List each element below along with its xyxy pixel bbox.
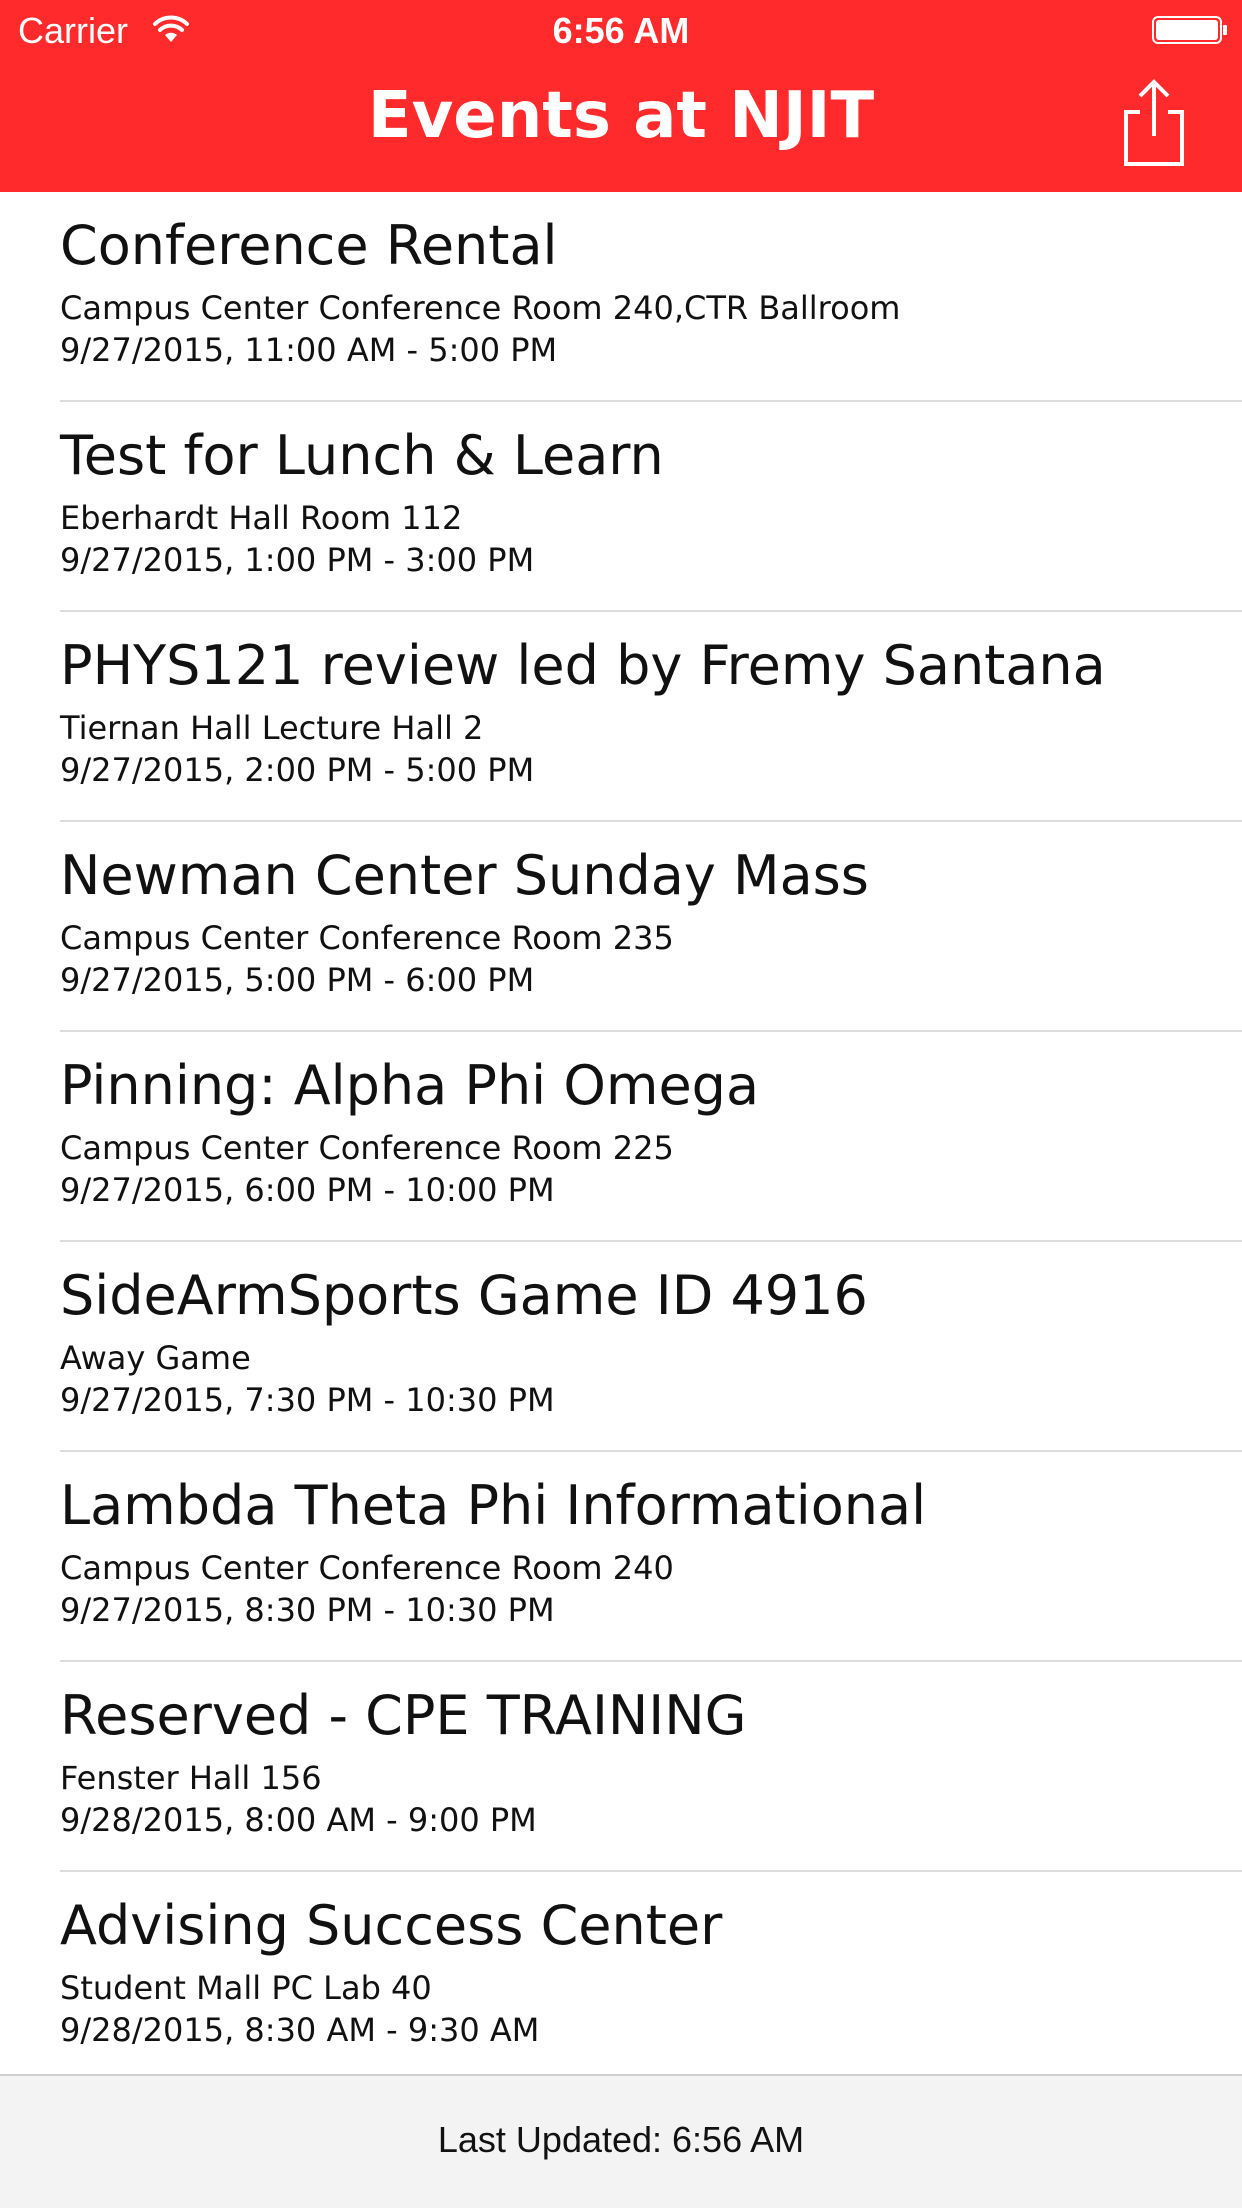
event-location: Eberhardt Hall Room 112	[60, 499, 463, 537]
event-row[interactable]: Newman Center Sunday Mass Campus Center …	[0, 822, 1242, 1032]
event-row[interactable]: Advising Success Center Student Mall PC …	[0, 1872, 1242, 2076]
battery-icon	[1152, 16, 1227, 44]
nav-bar: Carrier 6:56 AM Events at NJIT	[0, 0, 1242, 192]
footer-toolbar: Last Updated: 6:56 AM	[0, 2074, 1242, 2208]
event-title: Conference Rental	[60, 214, 558, 277]
event-location: Student Mall PC Lab 40	[60, 1969, 432, 2007]
event-time: 9/27/2015, 7:30 PM - 10:30 PM	[60, 1381, 555, 1419]
event-time: 9/27/2015, 5:00 PM - 6:00 PM	[60, 961, 535, 999]
event-row[interactable]: PHYS121 review led by Fremy Santana Tier…	[0, 612, 1242, 822]
event-location: Campus Center Conference Room 225	[60, 1129, 674, 1167]
event-row[interactable]: Lambda Theta Phi Informational Campus Ce…	[0, 1452, 1242, 1662]
event-location: Away Game	[60, 1339, 251, 1377]
event-location: Fenster Hall 156	[60, 1759, 322, 1797]
event-location: Campus Center Conference Room 235	[60, 919, 674, 957]
status-clock: 6:56 AM	[552, 10, 690, 51]
event-time: 9/27/2015, 6:00 PM - 10:00 PM	[60, 1171, 555, 1209]
event-time: 9/28/2015, 8:30 AM - 9:30 AM	[60, 2011, 540, 2049]
event-title: Test for Lunch & Learn	[60, 424, 664, 487]
event-row[interactable]: Conference Rental Campus Center Conferen…	[0, 192, 1242, 402]
event-location: Campus Center Conference Room 240	[60, 1549, 674, 1587]
page-title: Events at NJIT	[367, 79, 875, 153]
event-time: 9/27/2015, 2:00 PM - 5:00 PM	[60, 751, 535, 789]
event-row[interactable]: Reserved - CPE TRAINING Fenster Hall 156…	[0, 1662, 1242, 1872]
event-location: Tiernan Hall Lecture Hall 2	[60, 709, 484, 747]
event-title: Advising Success Center	[60, 1894, 723, 1957]
event-time: 9/28/2015, 8:00 AM - 9:00 PM	[60, 1801, 537, 1839]
event-list[interactable]: Conference Rental Campus Center Conferen…	[0, 192, 1242, 2076]
event-row[interactable]: Pinning: Alpha Phi Omega Campus Center C…	[0, 1032, 1242, 1242]
event-title: Pinning: Alpha Phi Omega	[60, 1054, 760, 1117]
event-location: Campus Center Conference Room 240,CTR Ba…	[60, 289, 901, 327]
event-title: Lambda Theta Phi Informational	[60, 1474, 927, 1537]
event-title: PHYS121 review led by Fremy Santana	[60, 634, 1106, 697]
event-time: 9/27/2015, 11:00 AM - 5:00 PM	[60, 331, 558, 369]
event-time: 9/27/2015, 1:00 PM - 3:00 PM	[60, 541, 535, 579]
event-title: SideArmSports Game ID 4916	[60, 1264, 868, 1327]
event-row[interactable]: SideArmSports Game ID 4916 Away Game 9/2…	[0, 1242, 1242, 1452]
last-updated-label: Last Updated: 6:56 AM	[437, 2119, 805, 2160]
event-row[interactable]: Test for Lunch & Learn Eberhardt Hall Ro…	[0, 402, 1242, 612]
status-bar: Carrier 6:56 AM	[0, 0, 1242, 60]
event-title: Reserved - CPE TRAINING	[60, 1684, 747, 1747]
share-icon[interactable]	[1114, 78, 1194, 168]
event-title: Newman Center Sunday Mass	[60, 844, 869, 907]
event-time: 9/27/2015, 8:30 PM - 10:30 PM	[60, 1591, 555, 1629]
